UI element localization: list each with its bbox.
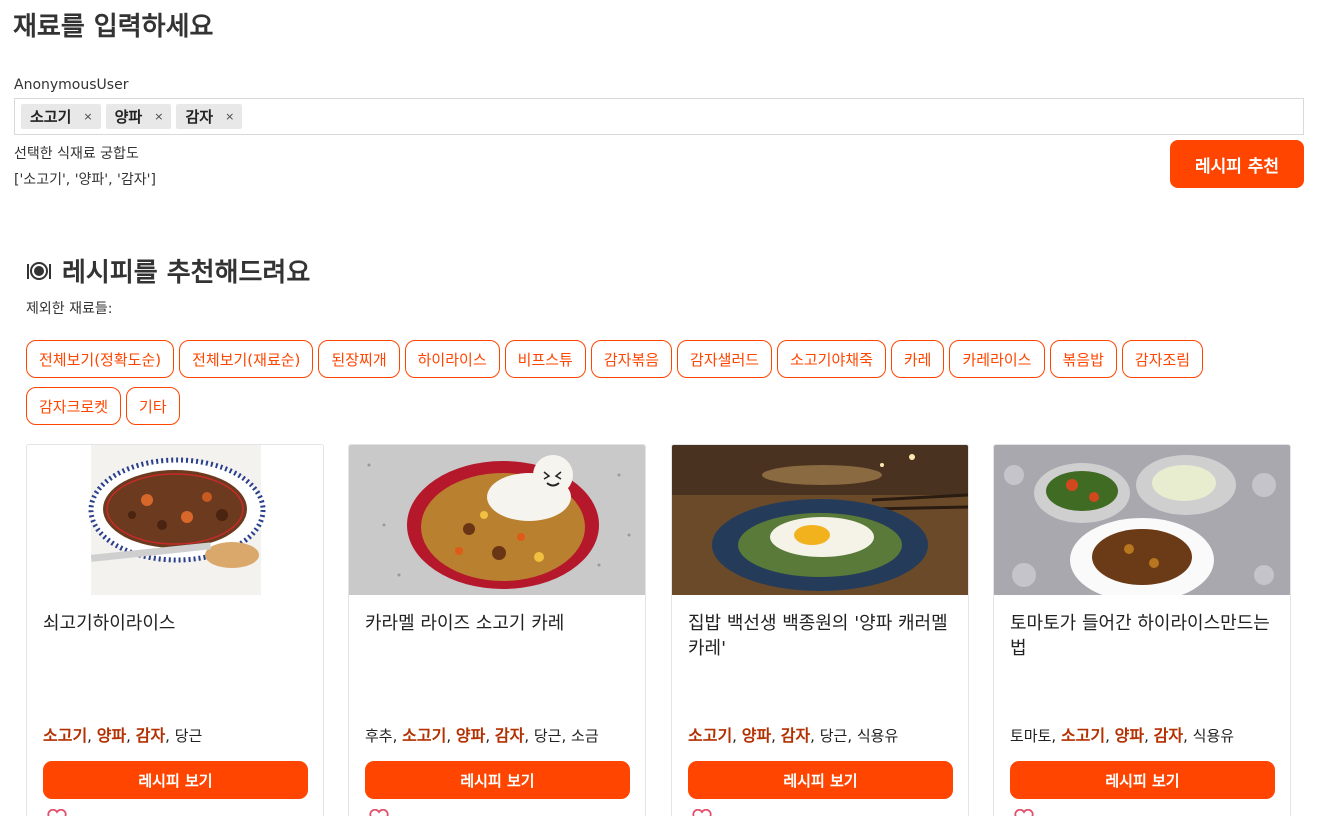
ingredient-chip-onion: 양파 × (105, 104, 172, 129)
matched-ingredient: 소고기 (402, 726, 447, 745)
matched-ingredient: 소고기 (43, 726, 88, 745)
recipe-title: 토마토가 들어간 하이라이스만드는 법 (1010, 613, 1270, 659)
matched-ingredient: 양파 (1114, 726, 1145, 745)
ingredient-input[interactable]: 소고기 × 양파 × 감자 × (14, 98, 1304, 135)
filter-beef-vegetable-porridge[interactable]: 소고기야채죽 (777, 340, 886, 378)
view-recipe-button[interactable]: 레시피 보기 (688, 761, 953, 799)
matched-ingredient: 감자 (1153, 726, 1184, 745)
filter-all-accuracy[interactable]: 전체보기(정확도순) (26, 340, 175, 378)
recipe-card: 카라멜 라이즈 소고기 카레 후추, 소고기, 양파, 감자, 당근, 소금 레… (348, 444, 646, 816)
filter-beef-stew[interactable]: 비프스튜 (504, 340, 586, 378)
chip-label: 양파 (114, 108, 143, 126)
recipe-ingredients: 토마토, 소고기, 양파, 감자, 식용유 (1010, 726, 1235, 745)
filter-potato-croquette[interactable]: 감자크로켓 (26, 387, 122, 425)
recipe-card: 토마토가 들어간 하이라이스만드는 법 토마토, 소고기, 양파, 감자, 식용… (993, 444, 1291, 816)
filter-stir-fried-potato[interactable]: 감자볶음 (590, 340, 673, 378)
recipe-image (672, 445, 968, 595)
filter-curry[interactable]: 카레 (890, 340, 945, 378)
chip-label: 감자 (185, 108, 214, 126)
matched-ingredient: 소고기 (1060, 726, 1106, 745)
recipe-title: 쇠고기하이라이스 (43, 613, 176, 634)
section-title-text: 레시피를 추천해드려요 (62, 258, 311, 288)
matched-ingredient: 양파 (741, 726, 772, 745)
matched-ingredient: 감자 (780, 726, 811, 745)
page-title: 재료를 입력하세요 (13, 12, 214, 42)
view-recipe-button[interactable]: 레시피 보기 (43, 761, 308, 799)
ingredient: 식용유 (1192, 727, 1235, 745)
ingredient: 후추 (365, 727, 393, 745)
filter-potato-salad[interactable]: 감자샐러드 (677, 340, 773, 378)
section-title: 레시피를 추천해드려요 (26, 252, 310, 289)
recipe-title: 집밥 백선생 백종원의 '양파 캐러멜 카레' (688, 613, 948, 659)
ingredient: 당근 (533, 727, 562, 745)
ingredient: 식용유 (856, 727, 899, 745)
ingredient: 당근 (174, 727, 203, 745)
ingredient: 당근 (819, 727, 848, 745)
view-recipe-button[interactable]: 레시피 보기 (365, 761, 630, 799)
matched-ingredient: 감자 (494, 726, 525, 745)
recommend-button[interactable]: 레시피 추천 (1170, 140, 1304, 188)
remove-chip-icon[interactable]: × (83, 110, 92, 123)
view-recipe-button[interactable]: 레시피 보기 (1010, 761, 1275, 799)
matched-ingredient: 양파 (96, 726, 127, 745)
ingredient: 토마토 (1010, 727, 1052, 745)
filter-doenjang-jjigae[interactable]: 된장찌개 (318, 340, 400, 378)
recipe-title: 카라멜 라이즈 소고기 카레 (365, 613, 565, 634)
recipe-ingredients: 소고기, 양파, 감자, 당근 (43, 726, 203, 745)
compat-title: 선택한 식재료 궁합도 (14, 146, 139, 162)
excluded-label: 제외한 재료들: (26, 301, 113, 317)
recipe-card: 쇠고기하이라이스 소고기, 양파, 감자, 당근 레시피 보기 (26, 444, 324, 816)
heart-icon[interactable] (692, 809, 712, 816)
ingredient-chip-potato: 감자 × (176, 104, 243, 129)
recipe-image (349, 445, 645, 595)
heart-icon[interactable] (47, 809, 67, 816)
matched-ingredient: 감자 (135, 726, 166, 745)
recipe-ingredients: 후추, 소고기, 양파, 감자, 당근, 소금 (365, 726, 599, 745)
heart-icon[interactable] (1014, 809, 1034, 816)
matched-ingredient: 소고기 (688, 726, 733, 745)
filter-hayashi-rice[interactable]: 하이라이스 (404, 340, 500, 378)
recipe-image (994, 445, 1290, 595)
ingredient: 소금 (571, 727, 599, 745)
remove-chip-icon[interactable]: × (225, 110, 234, 123)
matched-ingredient: 양파 (455, 726, 486, 745)
user-label: AnonymousUser (14, 77, 129, 93)
filter-braised-potato[interactable]: 감자조림 (1121, 340, 1204, 378)
filter-fried-rice[interactable]: 볶음밥 (1049, 340, 1117, 378)
filter-curry-rice[interactable]: 카레라이스 (949, 340, 1045, 378)
recipe-image (27, 445, 323, 595)
recipe-card: 집밥 백선생 백종원의 '양파 캐러멜 카레' 소고기, 양파, 감자, 당근,… (671, 444, 969, 816)
filter-all-ingredients[interactable]: 전체보기(재료순) (179, 340, 314, 378)
plate-icon (26, 258, 52, 284)
compat-list: ['소고기', '양파', '감자'] (14, 172, 156, 188)
remove-chip-icon[interactable]: × (154, 110, 163, 123)
recipe-ingredients: 소고기, 양파, 감자, 당근, 식용유 (688, 726, 899, 745)
filter-other[interactable]: 기타 (126, 387, 180, 425)
heart-icon[interactable] (369, 809, 389, 816)
ingredient-chip-beef: 소고기 × (21, 104, 101, 129)
chip-label: 소고기 (30, 108, 72, 126)
category-filters: 전체보기(정확도순) 전체보기(재료순) 된장찌개 하이라이스 비프스튜 감자볶… (26, 340, 1286, 425)
